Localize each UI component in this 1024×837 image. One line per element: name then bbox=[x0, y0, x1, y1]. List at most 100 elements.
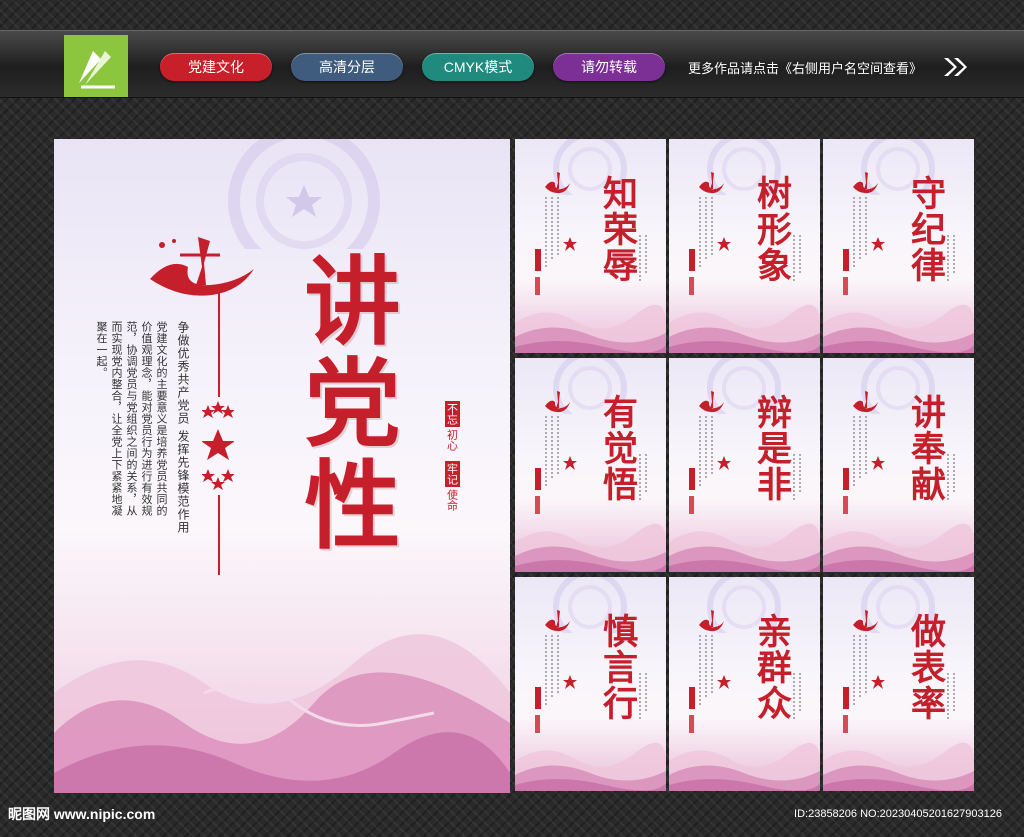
double-chevron-right-icon[interactable] bbox=[942, 55, 970, 79]
poster-card[interactable]: 辩是非 bbox=[669, 358, 820, 572]
mini-badge bbox=[535, 715, 540, 733]
great-wall-mountains-icon bbox=[54, 634, 510, 793]
poster-card[interactable]: 做表率 bbox=[823, 577, 974, 791]
card-title: 知荣辱 bbox=[597, 175, 638, 283]
mini-badge bbox=[689, 687, 695, 709]
text-column-decoration bbox=[947, 454, 949, 502]
card-title: 慎言行 bbox=[597, 613, 638, 721]
text-column-decoration bbox=[799, 673, 801, 713]
divider-line-top bbox=[218, 289, 220, 397]
text-column-decoration bbox=[699, 635, 701, 705]
watermark-brand: 昵图网 www.nipic.com bbox=[8, 806, 156, 822]
star-icon bbox=[563, 237, 577, 251]
great-wall-mountains-icon bbox=[669, 742, 820, 791]
badge-tail: 使命 bbox=[445, 489, 459, 511]
text-column-decoration bbox=[699, 197, 701, 267]
text-column-decoration bbox=[711, 197, 713, 255]
star-cluster-icon bbox=[202, 401, 234, 490]
mini-badge bbox=[843, 687, 849, 709]
card-title: 讲奉献 bbox=[905, 394, 946, 502]
card-title: 有觉悟 bbox=[597, 394, 638, 502]
mini-badge bbox=[689, 277, 694, 295]
main-slogan: 争做优秀共产党员 发挥先锋模范作用 bbox=[176, 321, 190, 534]
star-icon bbox=[717, 456, 731, 470]
mini-badge bbox=[843, 249, 849, 271]
text-column-decoration bbox=[859, 197, 861, 261]
poster-card[interactable]: 亲群众 bbox=[669, 577, 820, 791]
tag-cmyk[interactable]: CMYK模式 bbox=[422, 53, 534, 81]
text-column-decoration bbox=[799, 454, 801, 494]
text-column-decoration bbox=[705, 197, 707, 261]
text-column-decoration bbox=[551, 197, 553, 261]
mini-badge bbox=[843, 715, 848, 733]
mini-badge bbox=[689, 468, 695, 490]
text-column-decoration bbox=[711, 635, 713, 693]
mini-badge bbox=[535, 468, 541, 490]
star-icon bbox=[871, 237, 885, 251]
text-column-decoration bbox=[865, 635, 867, 693]
text-column-decoration bbox=[705, 635, 707, 699]
china-dream-logo-icon bbox=[699, 391, 724, 413]
image-id-text: ID:23858206 NO:20230405201627903126 bbox=[794, 808, 1002, 820]
text-column-decoration bbox=[853, 197, 855, 267]
main-description: 党建文化的主要意义是培养党员共同的价值观理念，能对党员行为进行有效规范，协调党员… bbox=[95, 321, 168, 517]
text-column-decoration bbox=[645, 454, 647, 494]
tag-dangjian-wenhua[interactable]: 党建文化 bbox=[160, 53, 272, 81]
badge-tail: 初心 bbox=[445, 429, 459, 451]
text-column-decoration bbox=[865, 416, 867, 474]
poster-card[interactable]: 树形象 bbox=[669, 139, 820, 353]
text-column-decoration bbox=[551, 635, 553, 699]
china-dream-logo-icon bbox=[853, 610, 878, 632]
mini-badge bbox=[843, 496, 848, 514]
tag-label: 高清分层 bbox=[319, 59, 375, 75]
tag-label: 请勿转载 bbox=[581, 59, 637, 75]
site-logo[interactable] bbox=[64, 35, 128, 97]
divider-line-bottom bbox=[218, 495, 220, 575]
text-column-decoration bbox=[639, 235, 641, 283]
star-icon bbox=[871, 456, 885, 470]
china-dream-logo-icon bbox=[853, 172, 878, 194]
poster-card[interactable]: 知荣辱 bbox=[515, 139, 666, 353]
mini-badge bbox=[535, 687, 541, 709]
mini-badge bbox=[535, 496, 540, 514]
great-wall-mountains-icon bbox=[515, 304, 666, 353]
china-dream-logo-icon bbox=[150, 237, 254, 296]
text-column-decoration bbox=[953, 454, 955, 494]
text-column-decoration bbox=[557, 197, 559, 255]
more-works-link[interactable]: 更多作品请点击《右侧用户名空间查看》 bbox=[688, 58, 922, 77]
badge-never-forget: 不忘 初心 bbox=[436, 401, 468, 453]
mini-badge bbox=[689, 249, 695, 271]
tag-label: 党建文化 bbox=[188, 59, 244, 75]
text-column-decoration bbox=[865, 197, 867, 255]
text-column-decoration bbox=[859, 416, 861, 480]
pen-nib-icon bbox=[79, 51, 115, 89]
poster-card[interactable]: 守纪律 bbox=[823, 139, 974, 353]
great-wall-mountains-icon bbox=[669, 523, 820, 572]
text-column-decoration bbox=[557, 635, 559, 693]
text-column-decoration bbox=[947, 673, 949, 721]
slogan-badges: 不忘 初心 牢记 使命 bbox=[436, 401, 468, 513]
badge-head: 不忘 bbox=[444, 401, 460, 427]
text-column-decoration bbox=[645, 235, 647, 275]
star-icon bbox=[717, 675, 731, 689]
tag-hd-layers[interactable]: 高清分层 bbox=[291, 53, 403, 81]
poster-card[interactable]: 有觉悟 bbox=[515, 358, 666, 572]
header-bar: 党建文化 高清分层 CMYK模式 请勿转载 更多作品请点击《右侧用户名空间查看》 bbox=[0, 30, 1024, 98]
poster-card[interactable]: 慎言行 bbox=[515, 577, 666, 791]
poster-card[interactable]: 讲奉献 bbox=[823, 358, 974, 572]
text-column-decoration bbox=[793, 673, 795, 721]
text-column-decoration bbox=[545, 416, 547, 486]
card-title: 做表率 bbox=[905, 613, 946, 721]
great-wall-mountains-icon bbox=[823, 304, 974, 353]
text-column-decoration bbox=[639, 673, 641, 721]
text-column-decoration bbox=[705, 416, 707, 480]
text-column-decoration bbox=[953, 673, 955, 713]
card-title: 亲群众 bbox=[751, 613, 792, 721]
china-dream-logo-icon bbox=[699, 172, 724, 194]
text-column-decoration bbox=[639, 454, 641, 502]
tag-no-repost[interactable]: 请勿转载 bbox=[553, 53, 665, 81]
card-title: 辩是非 bbox=[751, 394, 792, 502]
tag-label: CMYK模式 bbox=[443, 59, 513, 75]
great-wall-mountains-icon bbox=[823, 742, 974, 791]
text-column-decoration bbox=[859, 635, 861, 699]
